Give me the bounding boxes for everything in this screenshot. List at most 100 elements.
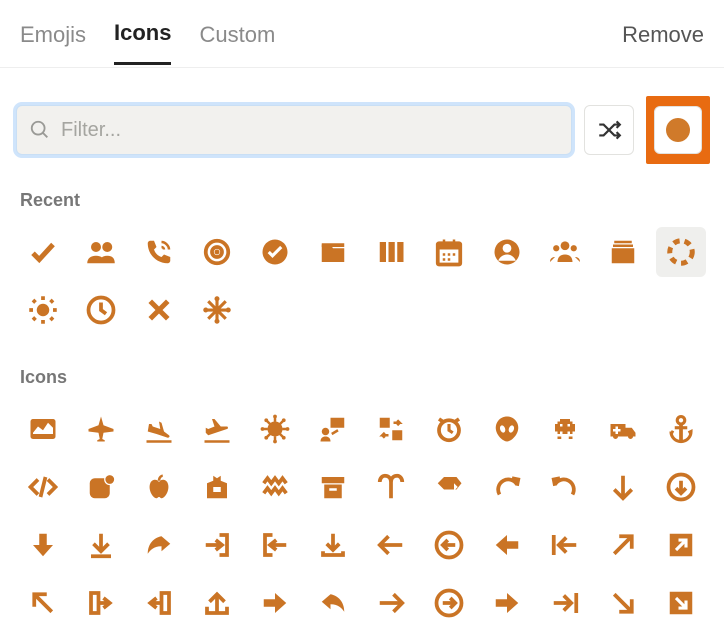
arrow-up-right-icon (608, 530, 638, 560)
shuffle-button[interactable] (584, 105, 634, 155)
color-picker-highlight (646, 96, 710, 164)
color-picker-button[interactable] (654, 106, 702, 154)
arrow-down-icon (608, 472, 638, 502)
icon-users[interactable] (76, 227, 126, 277)
icon-folder[interactable] (308, 227, 358, 277)
exit-right-icon (86, 588, 116, 618)
icon-crosshair[interactable] (192, 227, 242, 277)
icon-virus[interactable] (250, 404, 300, 454)
icon-ambulance[interactable] (598, 404, 648, 454)
tab-custom[interactable]: Custom (199, 22, 275, 64)
section-icons-title: Icons (0, 341, 724, 398)
icon-aquarius[interactable] (250, 462, 300, 512)
icon-user-circle[interactable] (482, 227, 532, 277)
icon-alarm-clock[interactable] (424, 404, 474, 454)
arrow-right-bold2-icon (492, 588, 522, 618)
icon-arrow-down-right[interactable] (598, 578, 648, 628)
user-circle-icon (492, 237, 522, 267)
app-badge-icon (86, 472, 116, 502)
icon-anchor[interactable] (656, 404, 706, 454)
remove-button[interactable]: Remove (622, 22, 704, 64)
icon-chart-area[interactable] (18, 404, 68, 454)
icon-apple[interactable] (134, 462, 184, 512)
icon-box-user[interactable] (308, 404, 358, 454)
icon-arrow-right-circle[interactable] (424, 578, 474, 628)
icon-check[interactable] (18, 227, 68, 277)
icon-arrow-left-circle[interactable] (424, 520, 474, 570)
icon-arrow-down-bold[interactable] (18, 520, 68, 570)
tab-emojis[interactable]: Emojis (20, 22, 86, 64)
calendar-icon (434, 237, 464, 267)
columns-icon (376, 237, 406, 267)
icon-check-circle[interactable] (250, 227, 300, 277)
color-swatch (666, 118, 690, 142)
undo-icon (550, 472, 580, 502)
icon-arrow-up-right-box[interactable] (656, 520, 706, 570)
icon-alien[interactable] (482, 404, 532, 454)
arrow-right-bold-icon (260, 588, 290, 618)
folder-icon (318, 237, 348, 267)
users-group-icon (550, 237, 580, 267)
recent-grid (0, 221, 724, 341)
icon-calendar[interactable] (424, 227, 474, 277)
search-input[interactable] (61, 119, 559, 142)
icon-download[interactable] (308, 520, 358, 570)
icon-arrow-right-bold[interactable] (250, 578, 300, 628)
icon-upload-arrow[interactable] (192, 578, 242, 628)
arrow-down-to-line-icon (86, 530, 116, 560)
icon-sun[interactable] (18, 285, 68, 335)
icon-arrow-left-bold[interactable] (482, 520, 532, 570)
icon-arrow-down-to-line[interactable] (76, 520, 126, 570)
icon-arrow-left-to-line[interactable] (540, 520, 590, 570)
aries-icon (376, 472, 406, 502)
icon-undo[interactable] (540, 462, 590, 512)
icon-dashed-circle[interactable] (656, 227, 706, 277)
icon-exit-right[interactable] (76, 578, 126, 628)
space-invader-icon (550, 414, 580, 444)
icon-apron[interactable] (192, 462, 242, 512)
chart-area-icon (28, 414, 58, 444)
icon-phone-volume[interactable] (134, 227, 184, 277)
icon-arrow-left[interactable] (366, 520, 416, 570)
icon-columns[interactable] (366, 227, 416, 277)
icon-sign-out[interactable] (192, 520, 242, 570)
arrow-left-to-line-icon (550, 530, 580, 560)
icon-box-swap[interactable] (366, 404, 416, 454)
icon-arrow-right-bold2[interactable] (482, 578, 532, 628)
icon-clock[interactable] (76, 285, 126, 335)
icon-arrow-right-to-line[interactable] (540, 578, 590, 628)
search-field[interactable] (16, 105, 572, 155)
icon-space-invader[interactable] (540, 404, 590, 454)
icon-plane-departure[interactable] (192, 404, 242, 454)
alarm-clock-icon (434, 414, 464, 444)
icon-folder-stack[interactable] (598, 227, 648, 277)
arrow-up-right-box-icon (666, 530, 696, 560)
tab-icons[interactable]: Icons (114, 20, 171, 65)
icon-x[interactable] (134, 285, 184, 335)
icon-aries[interactable] (366, 462, 416, 512)
icon-arrow-up-left[interactable] (18, 578, 68, 628)
icon-arrow-down-circle[interactable] (656, 462, 706, 512)
icon-code[interactable] (18, 462, 68, 512)
icon-plane-arrival[interactable] (134, 404, 184, 454)
check-circle-icon (260, 237, 290, 267)
icon-reply[interactable] (308, 578, 358, 628)
icon-redo[interactable] (482, 462, 532, 512)
icon-airplane[interactable] (76, 404, 126, 454)
icon-exit-left[interactable] (134, 578, 184, 628)
icon-direction-sign[interactable] (424, 462, 474, 512)
icon-snowflake[interactable] (192, 285, 242, 335)
icon-arrow-down-right-box[interactable] (656, 578, 706, 628)
icon-arrow-down[interactable] (598, 462, 648, 512)
icon-archive[interactable] (308, 462, 358, 512)
icon-sign-in[interactable] (250, 520, 300, 570)
icon-app-badge[interactable] (76, 462, 126, 512)
icon-share-right[interactable] (134, 520, 184, 570)
icon-users-group[interactable] (540, 227, 590, 277)
icon-arrow-right[interactable] (366, 578, 416, 628)
icon-arrow-up-right[interactable] (598, 520, 648, 570)
redo-icon (492, 472, 522, 502)
arrow-right-icon (376, 588, 406, 618)
tab-bar: Emojis Icons Custom Remove (0, 0, 724, 68)
arrow-right-circle-icon (434, 588, 464, 618)
